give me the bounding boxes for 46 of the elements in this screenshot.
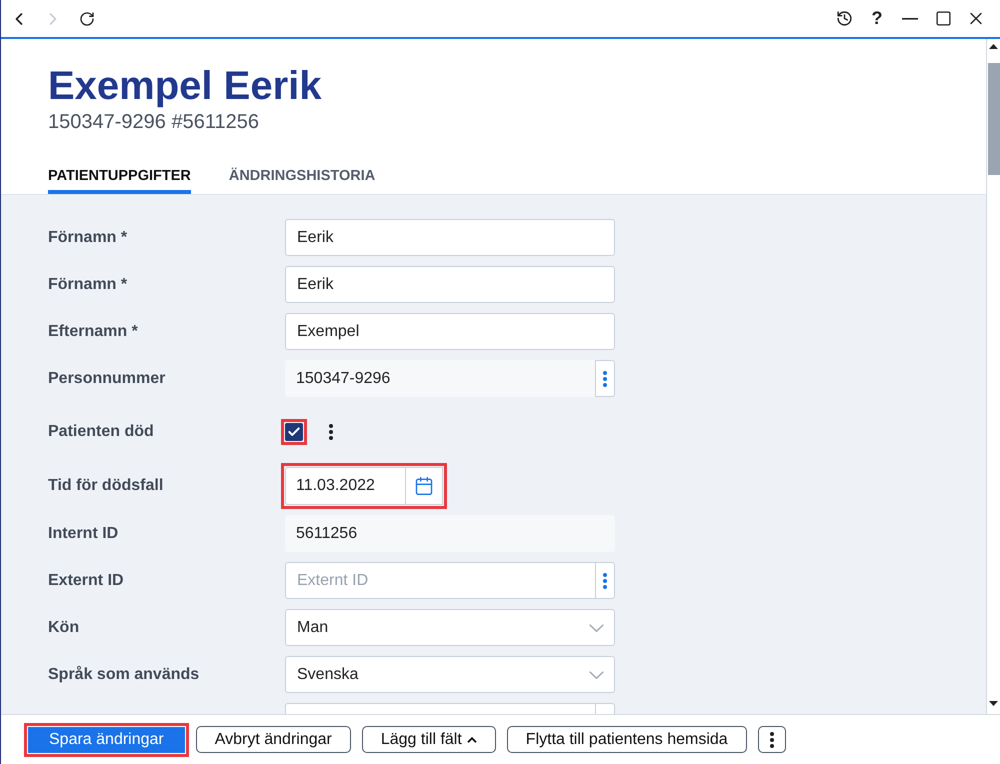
reload-icon <box>79 10 95 26</box>
scroll-down-icon[interactable] <box>989 701 998 706</box>
scrollbar-thumb[interactable] <box>988 63 1000 175</box>
chevron-down-icon <box>589 670 604 678</box>
field-label: Förnamn * <box>48 228 128 246</box>
scroll-up-icon[interactable] <box>989 44 998 49</box>
read-only-field[interactable]: 5611256 <box>285 515 615 552</box>
help-button[interactable]: ? <box>867 8 887 28</box>
more-button[interactable] <box>758 726 786 753</box>
save-button[interactable]: Spara ändringar <box>28 726 185 752</box>
patient-id: 150347-9296 #5611256 <box>48 110 259 134</box>
calendar-button[interactable] <box>405 467 443 505</box>
caret-up-icon <box>466 736 477 742</box>
minimize-icon <box>902 18 918 20</box>
field-label: Kön <box>48 618 80 636</box>
field-label: Språk som används <box>48 666 200 682</box>
text-field[interactable]: Externt ID <box>285 562 595 599</box>
kebab-icon <box>770 732 774 748</box>
field-label: Personnummer <box>48 370 166 386</box>
field-label: Efternamn * <box>48 322 138 340</box>
check-icon <box>287 425 301 439</box>
kebab-icon <box>329 424 333 440</box>
read-only-field[interactable]: 150347-9296 <box>285 360 595 397</box>
field-label: Förnamn * <box>48 276 128 292</box>
action-button[interactable]: Avbryt ändringar <box>196 726 351 753</box>
chevron-down-icon <box>589 624 604 632</box>
maximize-icon <box>934 10 952 27</box>
field-label: Tid för dödsfall <box>48 477 164 494</box>
text-field[interactable]: Exempel <box>285 313 615 350</box>
text-field[interactable]: Eerik <box>285 266 615 303</box>
action-button[interactable]: Flytta till patientens hemsida <box>506 726 747 753</box>
dropdown[interactable]: Man <box>285 609 615 646</box>
text-field[interactable]: Eerik <box>285 219 615 256</box>
kebab-icon <box>603 572 607 588</box>
field-label: Patienten död <box>48 423 154 440</box>
kebab-icon <box>603 370 607 386</box>
checkbox[interactable] <box>285 423 303 441</box>
field-label: Externt ID <box>48 572 124 588</box>
field-label: Internt ID <box>48 524 118 542</box>
date-field[interactable]: 11.03.2022 <box>285 467 405 505</box>
patient-name: Exempel Eerik <box>48 63 322 110</box>
add-field-button[interactable]: Lägg till fält <box>362 726 496 753</box>
calendar-icon <box>414 476 434 496</box>
history-icon <box>836 10 852 27</box>
tab[interactable]: ÄNDRINGSHISTORIA <box>228 160 376 194</box>
dropdown[interactable]: Svenska <box>285 656 615 693</box>
